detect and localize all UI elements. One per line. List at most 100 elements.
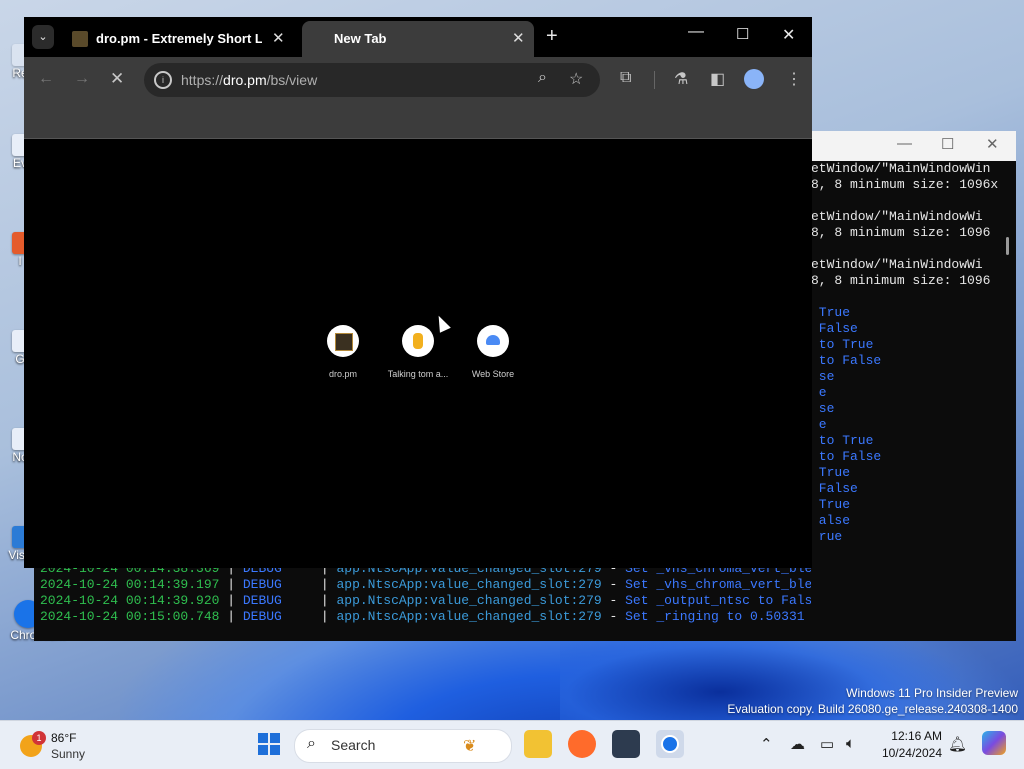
log-message: Set _output_ntsc to False <box>625 593 811 608</box>
minimize-icon[interactable]: — <box>897 135 912 152</box>
terminal-line: True <box>811 465 851 480</box>
minimize-icon[interactable]: — <box>688 23 704 41</box>
shortcut-tile-talking-tom[interactable]: Talking tom a... <box>383 325 453 379</box>
menu-icon[interactable]: ⋮ <box>786 69 802 89</box>
tab-search-button[interactable]: ⌄ <box>32 25 54 49</box>
terminal-titlebar[interactable]: — ☐ ✕ <box>811 131 1016 161</box>
shortcut-label: Talking tom a... <box>387 369 449 379</box>
terminal-window[interactable]: — ☐ ✕ etWindow/"MainWindowWin 8, 8 minimu… <box>811 131 1016 641</box>
url-path: /bs/view <box>266 72 318 88</box>
firefox-icon[interactable] <box>568 730 596 758</box>
log-level: DEBUG <box>242 593 282 608</box>
maximize-icon[interactable]: ☐ <box>941 135 954 153</box>
log-separator: | <box>219 593 243 608</box>
clock[interactable]: 12:16 AM 10/24/2024 <box>872 728 942 762</box>
terminal-app-icon[interactable] <box>612 730 640 758</box>
terminal-line: to True <box>811 433 874 448</box>
toolbar-divider <box>654 71 655 89</box>
terminal-line: to True <box>811 337 874 352</box>
bookmark-star-icon[interactable]: ☆ <box>569 69 583 89</box>
stop-loading-icon[interactable]: ✕ <box>110 69 124 89</box>
log-module: app.NtscApp:value_changed_slot:279 <box>336 593 602 608</box>
clock-time: 12:16 AM <box>891 729 942 743</box>
file-explorer-icon[interactable] <box>524 730 552 758</box>
address-bar[interactable]: i https://dro.pm/bs/view ⌕ ☆ <box>144 63 600 97</box>
close-tab-icon[interactable]: ✕ <box>512 29 525 47</box>
weather-widget[interactable]: 1 86°F Sunny <box>20 729 130 763</box>
log-separator: - <box>601 577 626 592</box>
copilot-icon[interactable] <box>982 731 1006 755</box>
browser-window[interactable]: ⌄ dro.pm - Extremely Short Links ✕ New T… <box>24 17 812 568</box>
log-module: app.NtscApp:value_changed_slot:279 <box>336 577 602 592</box>
talking-tom-favicon <box>402 325 434 357</box>
tab-strip: ⌄ dro.pm - Extremely Short Links ✕ New T… <box>24 17 812 57</box>
terminal-line: etWindow/"MainWindowWin <box>811 161 991 176</box>
notifications-bell-icon[interactable]: 🔔︎ <box>948 735 967 753</box>
labs-icon[interactable]: ⚗ <box>674 69 688 89</box>
zoom-icon[interactable]: ⌕ <box>538 69 547 87</box>
display-icon[interactable]: ▭ <box>820 735 834 753</box>
volume-icon[interactable]: 🔈︎ <box>846 735 855 752</box>
shortcut-label: Web Store <box>471 369 515 379</box>
search-icon: ⌕ <box>307 735 316 752</box>
profile-avatar-icon[interactable] <box>744 69 764 89</box>
terminal-line: True <box>811 305 851 320</box>
clock-date: 10/24/2024 <box>881 746 942 760</box>
log-level: DEBUG <box>242 609 282 624</box>
show-hidden-icons-chevron-icon[interactable]: ⌃ <box>760 735 773 753</box>
terminal-line: 8, 8 minimum size: 1096x <box>811 177 999 192</box>
log-separator: | <box>281 593 337 608</box>
shortcut-label: dro.pm <box>328 369 357 379</box>
shortcut-tile-dro-pm[interactable]: dro.pm <box>308 325 378 379</box>
close-window-icon[interactable]: ✕ <box>782 25 795 45</box>
network-icon[interactable]: ☁ <box>790 735 805 753</box>
close-tab-icon[interactable]: ✕ <box>272 29 285 47</box>
shortcut-tile-web-store[interactable]: Web Store <box>458 325 528 379</box>
url-text[interactable]: https://dro.pm/bs/view <box>181 72 317 88</box>
terminal-line: True <box>811 497 851 512</box>
terminal-line: 8, 8 minimum size: 1096 <box>811 225 991 240</box>
start-button[interactable] <box>258 733 280 755</box>
chromium-taskbar-icon[interactable] <box>656 730 684 758</box>
terminal-line: 8, 8 minimum size: 1096 <box>811 273 991 288</box>
terminal-line: se <box>811 369 835 384</box>
close-icon[interactable]: ✕ <box>986 135 999 153</box>
maximize-icon[interactable]: ☐ <box>736 25 749 43</box>
scrollbar-thumb[interactable] <box>1006 237 1009 255</box>
terminal-line: etWindow/"MainWindowWi <box>811 209 983 224</box>
log-line: 2024-10-24 00:14:39.197 | DEBUG | app.Nt… <box>34 577 811 593</box>
url-prefix: https:// <box>181 72 224 88</box>
windows-watermark: Windows 11 Pro Insider Preview Evaluatio… <box>727 685 1018 717</box>
log-separator: | <box>219 609 243 624</box>
weather-temp: 86°F <box>51 731 77 745</box>
watermark-line-2: Evaluation copy. Build 26080.ge_release.… <box>727 702 1018 716</box>
browser-toolbar: ← → ✕ i https://dro.pm/bs/view ⌕ ☆ ⧉ ⚗ ◧… <box>24 57 812 103</box>
taskbar-search[interactable]: ⌕ Search ❦ <box>294 729 512 763</box>
terminal-scrollbar[interactable] <box>999 161 1016 641</box>
side-panel-icon[interactable]: ◧ <box>710 69 725 89</box>
back-icon[interactable]: ← <box>38 70 54 88</box>
forward-icon[interactable]: → <box>74 70 90 88</box>
search-label: Search <box>331 737 376 753</box>
new-tab-icon[interactable]: + <box>546 25 558 48</box>
log-separator: | <box>219 577 243 592</box>
log-timestamp: 2024-10-24 00:15:00.748 <box>40 609 220 624</box>
watermark-line-1: Windows 11 Pro Insider Preview <box>846 686 1018 700</box>
log-separator: | <box>281 609 337 624</box>
terminal-line: se <box>811 401 835 416</box>
terminal-line: e <box>811 385 827 400</box>
terminal-output: etWindow/"MainWindowWin 8, 8 minimum size… <box>811 161 999 641</box>
log-module: app.NtscApp:value_changed_slot:279 <box>336 609 602 624</box>
site-info-icon[interactable]: i <box>154 71 172 89</box>
new-tab-page: dro.pm Talking tom a... Web Store <box>24 139 812 568</box>
log-timestamp: 2024-10-24 00:14:39.920 <box>40 593 220 608</box>
terminal-line: alse <box>811 513 851 528</box>
tab-title: dro.pm - Extremely Short Links <box>96 31 262 46</box>
log-separator: | <box>281 577 337 592</box>
tab-new-tab[interactable]: New Tab ✕ <box>302 21 534 57</box>
terminal-line: etWindow/"MainWindowWi <box>811 257 983 272</box>
terminal-line: to False <box>811 353 882 368</box>
dro-pm-favicon <box>327 325 359 357</box>
tab-dro-pm[interactable]: dro.pm - Extremely Short Links ✕ <box>60 21 292 57</box>
extensions-icon[interactable]: ⧉ <box>620 69 631 87</box>
